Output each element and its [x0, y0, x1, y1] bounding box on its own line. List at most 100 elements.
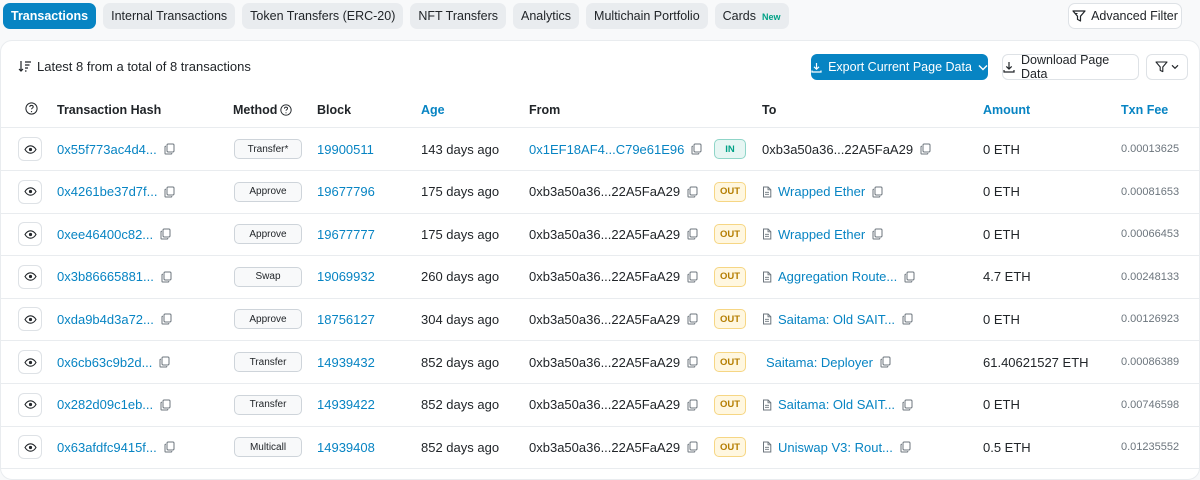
age-text: 852 days ago: [421, 397, 500, 413]
transaction-hash-link[interactable]: 0x6cb63c9b2d...: [57, 355, 152, 370]
direction-badge: IN: [714, 139, 746, 159]
copy-icon[interactable]: [687, 356, 698, 368]
tab-internal-transactions[interactable]: Internal Transactions: [103, 3, 236, 29]
copy-icon[interactable]: [161, 313, 172, 325]
to-address[interactable]: Saitama: Old SAIT...: [778, 312, 895, 327]
amount-text: 61.40621527 ETH: [983, 354, 1089, 370]
eye-icon: [23, 357, 37, 367]
block-link[interactable]: 19677777: [317, 227, 375, 242]
block-link[interactable]: 14939408: [317, 440, 375, 455]
block-link[interactable]: 19069932: [317, 269, 375, 284]
from-address: 0xb3a50a36...22A5FaA29: [529, 439, 681, 455]
to-address[interactable]: Saitama: Deployer: [766, 355, 873, 370]
copy-icon[interactable]: [880, 356, 891, 368]
copy-icon[interactable]: [687, 271, 698, 283]
column-header-age[interactable]: Age: [421, 103, 445, 117]
view-details-button[interactable]: [18, 350, 42, 374]
age-text: 175 days ago: [421, 226, 500, 242]
copy-icon[interactable]: [164, 441, 175, 453]
copy-icon[interactable]: [687, 441, 698, 453]
from-address: 0xb3a50a36...22A5FaA29: [529, 354, 681, 370]
tab-transactions[interactable]: Transactions: [3, 3, 97, 29]
copy-icon[interactable]: [159, 356, 170, 368]
view-details-button[interactable]: [18, 264, 42, 289]
to-address[interactable]: Aggregation Route...: [778, 269, 897, 284]
contract-icon: [762, 271, 772, 283]
age-text: 852 days ago: [421, 354, 500, 370]
contract-icon: [762, 228, 772, 240]
copy-icon[interactable]: [160, 399, 171, 411]
transaction-hash-link[interactable]: 0x4261be37d7f...: [57, 184, 157, 199]
tab-cards[interactable]: Cards New: [714, 3, 789, 29]
tab-nft-transfers[interactable]: NFT Transfers: [410, 3, 507, 29]
column-header-amount[interactable]: Amount: [983, 103, 1030, 117]
to-address[interactable]: Wrapped Ether: [778, 227, 865, 242]
view-details-button[interactable]: [18, 392, 42, 417]
direction-badge: OUT: [714, 181, 746, 202]
copy-icon[interactable]: [687, 313, 698, 325]
copy-icon[interactable]: [902, 399, 913, 411]
to-address[interactable]: Saitama: Old SAIT...: [778, 397, 895, 412]
copy-icon[interactable]: [904, 271, 915, 283]
from-address: 0xb3a50a36...22A5FaA29: [529, 184, 681, 200]
block-link[interactable]: 14939422: [317, 397, 375, 412]
view-details-button[interactable]: [18, 222, 42, 247]
block-link[interactable]: 19900511: [317, 142, 374, 157]
txn-fee-text: 0.00081653: [1121, 185, 1180, 198]
table-row: 0x55f773ac4d4... Transfer* 19900511 143 day…: [0, 128, 1200, 171]
view-details-button[interactable]: [18, 435, 42, 460]
eye-icon: [23, 442, 37, 452]
table-row: 0x282d09c1eb... Transfer 14939422 852 days …: [0, 384, 1200, 427]
transaction-hash-link[interactable]: 0x55f773ac4d4...: [57, 142, 157, 157]
advanced-filter-button[interactable]: Advanced Filter: [1068, 3, 1182, 29]
transaction-hash-link[interactable]: 0x63afdfc9415f...: [57, 440, 157, 455]
copy-icon[interactable]: [687, 186, 698, 198]
copy-icon[interactable]: [872, 228, 883, 240]
download-label: Download Page Data: [1021, 53, 1110, 81]
copy-icon[interactable]: [691, 143, 702, 155]
transaction-hash-link[interactable]: 0xda9b4d3a72...: [57, 312, 154, 327]
copy-icon[interactable]: [920, 143, 931, 155]
export-current-page-button[interactable]: Export Current Page Data: [811, 54, 988, 80]
block-link[interactable]: 18756127: [317, 312, 375, 327]
method-badge: Approve: [234, 181, 302, 202]
to-address[interactable]: Wrapped Ether: [778, 184, 865, 199]
transaction-hash-link[interactable]: 0xee46400c82...: [57, 227, 153, 242]
view-details-button[interactable]: [18, 137, 42, 161]
advanced-filter-icon: [1072, 10, 1086, 22]
copy-icon[interactable]: [687, 399, 698, 411]
transaction-hash-link[interactable]: 0x282d09c1eb...: [57, 397, 153, 412]
age-text: 143 days ago: [421, 141, 500, 157]
copy-icon[interactable]: [161, 271, 172, 283]
copy-icon[interactable]: [687, 228, 698, 240]
copy-icon[interactable]: [164, 143, 175, 155]
download-page-data-button[interactable]: Download Page Data: [1002, 53, 1139, 81]
to-address: 0xb3a50a36...22A5FaA29: [762, 141, 914, 157]
chevron-down-icon: [978, 64, 988, 71]
from-address[interactable]: 0x1EF18AF4...C79e61E96: [529, 142, 684, 157]
copy-icon[interactable]: [160, 228, 171, 240]
tab-token-transfers[interactable]: Token Transfers (ERC-20): [242, 3, 404, 29]
column-header-hash: Transaction Hash: [57, 103, 162, 117]
transaction-hash-link[interactable]: 0x3b86665881...: [57, 269, 154, 284]
column-header-from: From: [529, 103, 561, 117]
filter-button[interactable]: [1146, 54, 1188, 80]
view-details-button[interactable]: [18, 179, 42, 204]
txn-fee-text: 0.00126923: [1121, 313, 1180, 326]
view-details-button[interactable]: [18, 307, 42, 332]
direction-badge: OUT: [714, 309, 746, 330]
method-badge: Swap: [234, 266, 302, 287]
tab-multichain-portfolio[interactable]: Multichain Portfolio: [586, 3, 708, 29]
to-address[interactable]: Uniswap V3: Rout...: [778, 440, 893, 455]
tab-cards-label: Cards: [722, 9, 756, 23]
block-link[interactable]: 19677796: [317, 184, 375, 199]
tab-analytics[interactable]: Analytics: [513, 3, 580, 29]
column-header-txn-fee[interactable]: Txn Fee: [1121, 103, 1168, 117]
copy-icon[interactable]: [164, 186, 175, 198]
copy-icon[interactable]: [900, 441, 911, 453]
copy-icon[interactable]: [902, 313, 913, 325]
info-icon[interactable]: [280, 104, 293, 116]
copy-icon[interactable]: [872, 186, 883, 198]
help-icon[interactable]: [25, 102, 38, 118]
block-link[interactable]: 14939432: [317, 355, 375, 370]
